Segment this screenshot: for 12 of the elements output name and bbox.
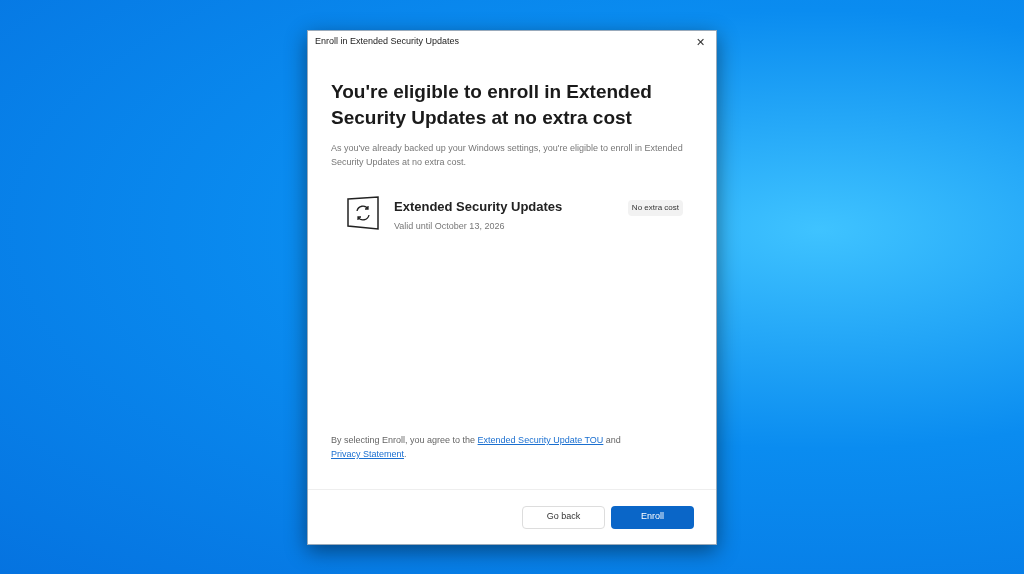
enroll-button[interactable]: Enroll [611, 505, 694, 529]
offer-validity: Valid until October 13, 2026 [394, 219, 506, 233]
offer-title: Extended Security Updates [394, 198, 564, 216]
back-button[interactable]: Go back [522, 505, 605, 529]
price-tag: No extra cost [627, 200, 683, 216]
window-title: Enroll in Extended Security Updates [315, 35, 460, 49]
close-button[interactable]: ✕ [692, 33, 709, 51]
agreement-text: By selecting Enroll, you agree to the Extended Security Update TOU and Privacy Statement. [331, 434, 622, 461]
refresh-window-icon [346, 196, 380, 230]
description-text: As you've already backed up your Windows settings, you're eligible to enroll in Extended Security Updates at no extra cost. [331, 142, 684, 169]
terms-link[interactable]: Extended Security Update TOU [477, 435, 604, 445]
dialog-heading: You're eligible to enroll in Extended Security Updates at no extra cost [331, 80, 653, 130]
